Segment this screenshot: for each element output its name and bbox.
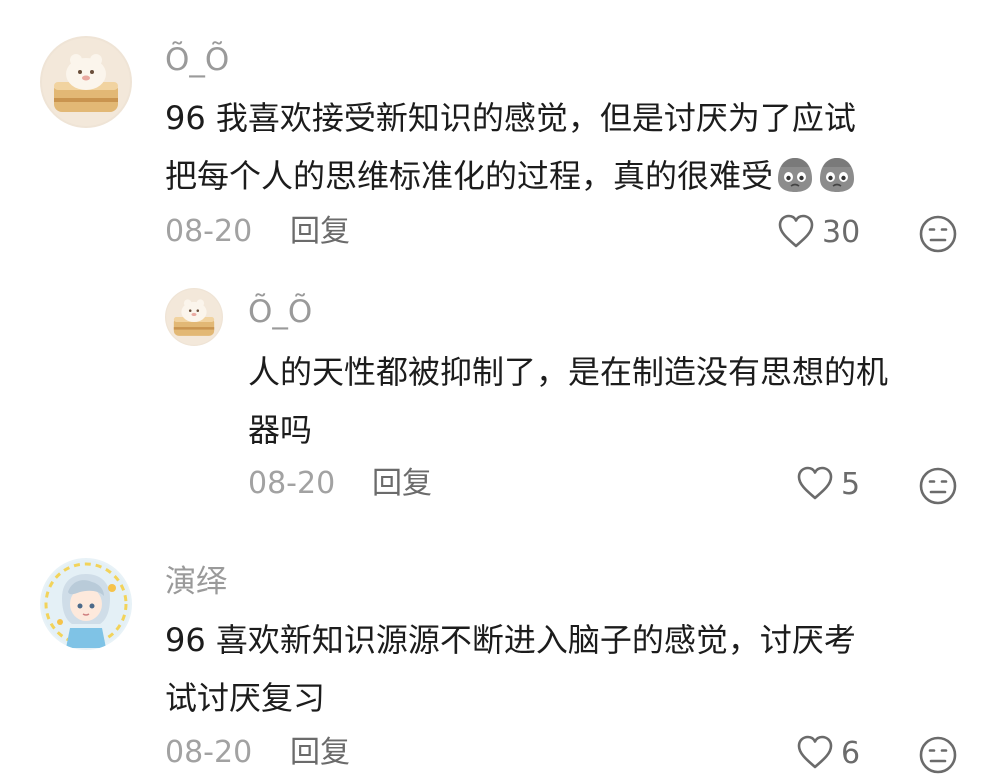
- comment-text-line: 96 喜欢新知识源源不断进入脑子的感觉，讨厌考: [165, 621, 856, 659]
- comment-username[interactable]: Õ_Õ: [165, 40, 229, 80]
- heart-outline-icon: [795, 464, 835, 506]
- avatar[interactable]: [40, 558, 132, 650]
- like-button[interactable]: 5: [795, 464, 860, 506]
- comment-text-line-text: 把每个人的思维标准化的过程，真的很难受: [165, 157, 774, 195]
- comment-text: 96 喜欢新知识源源不断进入脑子的感觉，讨厌考 试讨厌复习: [165, 611, 856, 727]
- like-button[interactable]: 6: [795, 733, 860, 775]
- comment-username[interactable]: Õ_Õ: [248, 292, 312, 332]
- reply-button[interactable]: 回复: [290, 212, 350, 252]
- reply-item: Õ_Õ 人的天性都被抑制了，是在制造没有思想的机 器吗 08-20 回复 5: [0, 270, 1000, 530]
- like-count: 5: [841, 467, 861, 502]
- meh-face-icon[interactable]: [918, 214, 958, 258]
- reply-button[interactable]: 回复: [372, 464, 432, 504]
- comment-text-line: 人的天性都被抑制了，是在制造没有思想的机: [248, 353, 889, 391]
- meh-face-icon[interactable]: [918, 466, 958, 510]
- heart-outline-icon: [776, 212, 816, 254]
- like-count: 6: [841, 736, 861, 771]
- comment-item: 演绎 96 喜欢新知识源源不断进入脑子的感觉，讨厌考 试讨厌复习 08-20 回…: [0, 530, 1000, 783]
- comment-item: Õ_Õ 96 我喜欢接受新知识的感觉，但是讨厌为了应试 把每个人的思维标准化的过…: [0, 0, 1000, 270]
- avatar[interactable]: [40, 36, 132, 128]
- reply-button[interactable]: 回复: [290, 733, 350, 773]
- comment-text-line: 器吗: [248, 411, 313, 449]
- meh-face-icon[interactable]: [918, 735, 958, 779]
- sad-face-emoji-icon: [775, 155, 815, 213]
- comment-text: 96 我喜欢接受新知识的感觉，但是讨厌为了应试 把每个人的思维标准化的过程，真的…: [165, 89, 857, 205]
- comment-date: 08-20: [248, 466, 336, 501]
- comment-text-line: 把每个人的思维标准化的过程，真的很难受: [165, 147, 857, 205]
- like-button[interactable]: 30: [776, 212, 860, 254]
- sad-face-emoji-icon: [817, 155, 857, 213]
- comment-text-line: 试讨厌复习: [165, 679, 326, 717]
- comment-date: 08-20: [165, 735, 253, 770]
- comment-text: 人的天性都被抑制了，是在制造没有思想的机 器吗: [248, 343, 888, 459]
- heart-outline-icon: [795, 733, 835, 775]
- avatar[interactable]: [165, 288, 223, 346]
- comment-username[interactable]: 演绎: [165, 562, 227, 602]
- like-count: 30: [822, 215, 861, 250]
- comment-date: 08-20: [165, 214, 253, 249]
- comment-text-line: 96 我喜欢接受新知识的感觉，但是讨厌为了应试: [165, 99, 856, 137]
